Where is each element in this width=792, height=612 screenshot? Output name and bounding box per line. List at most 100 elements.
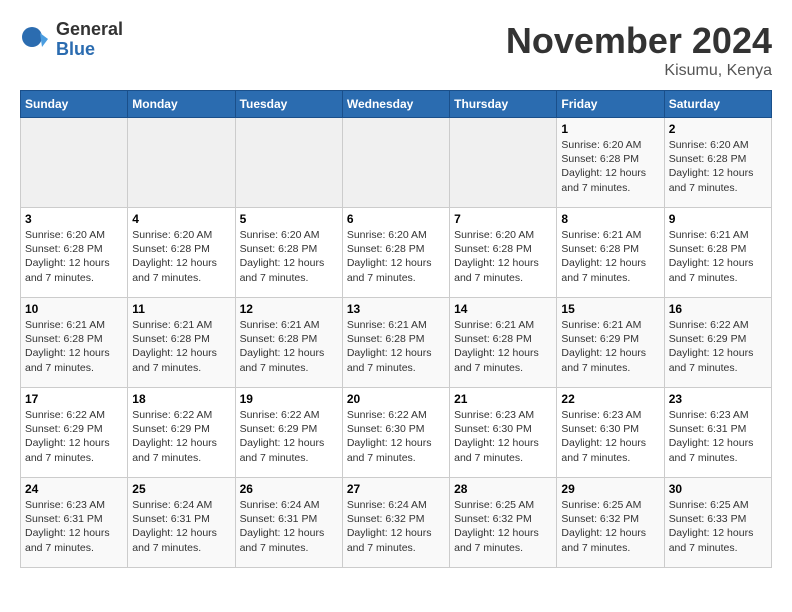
day-number: 11 — [132, 302, 230, 316]
day-info: Sunrise: 6:21 AM Sunset: 6:28 PM Dayligh… — [561, 228, 659, 285]
day-info: Sunrise: 6:22 AM Sunset: 6:29 PM Dayligh… — [25, 408, 123, 465]
calendar-cell — [342, 118, 449, 208]
day-number: 24 — [25, 482, 123, 496]
day-header-monday: Monday — [128, 91, 235, 118]
day-info: Sunrise: 6:22 AM Sunset: 6:29 PM Dayligh… — [132, 408, 230, 465]
calendar-cell: 18 Sunrise: 6:22 AM Sunset: 6:29 PM Dayli… — [128, 388, 235, 478]
calendar-cell: 29 Sunrise: 6:25 AM Sunset: 6:32 PM Dayli… — [557, 478, 664, 568]
day-info: Sunrise: 6:21 AM Sunset: 6:28 PM Dayligh… — [240, 318, 338, 375]
day-number: 10 — [25, 302, 123, 316]
day-info: Sunrise: 6:24 AM Sunset: 6:32 PM Dayligh… — [347, 498, 445, 555]
calendar-cell: 17 Sunrise: 6:22 AM Sunset: 6:29 PM Dayli… — [21, 388, 128, 478]
calendar-cell: 21 Sunrise: 6:23 AM Sunset: 6:30 PM Dayli… — [450, 388, 557, 478]
calendar-week-row: 17 Sunrise: 6:22 AM Sunset: 6:29 PM Dayli… — [21, 388, 772, 478]
page-header: General Blue November 2024 Kisumu, Kenya — [20, 20, 772, 80]
day-info: Sunrise: 6:24 AM Sunset: 6:31 PM Dayligh… — [240, 498, 338, 555]
day-header-sunday: Sunday — [21, 91, 128, 118]
calendar-header-row: SundayMondayTuesdayWednesdayThursdayFrid… — [21, 91, 772, 118]
day-number: 13 — [347, 302, 445, 316]
calendar-cell: 26 Sunrise: 6:24 AM Sunset: 6:31 PM Dayli… — [235, 478, 342, 568]
calendar-cell — [128, 118, 235, 208]
day-info: Sunrise: 6:24 AM Sunset: 6:31 PM Dayligh… — [132, 498, 230, 555]
day-header-thursday: Thursday — [450, 91, 557, 118]
day-number: 29 — [561, 482, 659, 496]
calendar-cell: 14Sunrise: 6:21 AM Sunset: 6:28 PM Dayli… — [450, 298, 557, 388]
day-number: 20 — [347, 392, 445, 406]
day-info: Sunrise: 6:23 AM Sunset: 6:31 PM Dayligh… — [669, 408, 767, 465]
day-info: Sunrise: 6:20 AM Sunset: 6:28 PM Dayligh… — [347, 228, 445, 285]
calendar-cell: 8 Sunrise: 6:21 AM Sunset: 6:28 PM Daylig… — [557, 208, 664, 298]
day-number: 17 — [25, 392, 123, 406]
day-number: 6 — [347, 212, 445, 226]
day-info: Sunrise: 6:21 AM Sunset: 6:29 PM Dayligh… — [561, 318, 659, 375]
day-info: Sunrise: 6:20 AM Sunset: 6:28 PM Dayligh… — [561, 138, 659, 195]
day-number: 2 — [669, 122, 767, 136]
calendar-week-row: 3 Sunrise: 6:20 AM Sunset: 6:28 PM Daylig… — [21, 208, 772, 298]
day-number: 27 — [347, 482, 445, 496]
calendar-cell: 27 Sunrise: 6:24 AM Sunset: 6:32 PM Dayli… — [342, 478, 449, 568]
day-number: 30 — [669, 482, 767, 496]
calendar-week-row: 1 Sunrise: 6:20 AM Sunset: 6:28 PM Daylig… — [21, 118, 772, 208]
logo-blue: Blue — [56, 40, 123, 60]
day-info: Sunrise: 6:22 AM Sunset: 6:29 PM Dayligh… — [240, 408, 338, 465]
day-number: 26 — [240, 482, 338, 496]
calendar-cell: 16Sunrise: 6:22 AM Sunset: 6:29 PM Dayli… — [664, 298, 771, 388]
day-number: 9 — [669, 212, 767, 226]
day-number: 28 — [454, 482, 552, 496]
day-number: 3 — [25, 212, 123, 226]
calendar-cell: 5Sunrise: 6:20 AM Sunset: 6:28 PM Daylig… — [235, 208, 342, 298]
day-info: Sunrise: 6:21 AM Sunset: 6:28 PM Dayligh… — [132, 318, 230, 375]
calendar-cell: 22 Sunrise: 6:23 AM Sunset: 6:30 PM Dayli… — [557, 388, 664, 478]
day-info: Sunrise: 6:23 AM Sunset: 6:30 PM Dayligh… — [561, 408, 659, 465]
calendar-cell: 25 Sunrise: 6:24 AM Sunset: 6:31 PM Dayli… — [128, 478, 235, 568]
day-info: Sunrise: 6:25 AM Sunset: 6:32 PM Dayligh… — [561, 498, 659, 555]
calendar-cell: 30 Sunrise: 6:25 AM Sunset: 6:33 PM Dayli… — [664, 478, 771, 568]
day-info: Sunrise: 6:21 AM Sunset: 6:28 PM Dayligh… — [347, 318, 445, 375]
day-number: 7 — [454, 212, 552, 226]
day-number: 14 — [454, 302, 552, 316]
day-info: Sunrise: 6:21 AM Sunset: 6:28 PM Dayligh… — [669, 228, 767, 285]
logo-text: General Blue — [56, 20, 123, 60]
day-number: 12 — [240, 302, 338, 316]
calendar-cell: 20 Sunrise: 6:22 AM Sunset: 6:30 PM Dayli… — [342, 388, 449, 478]
calendar-week-row: 24 Sunrise: 6:23 AM Sunset: 6:31 PM Dayli… — [21, 478, 772, 568]
calendar-cell: 12 Sunrise: 6:21 AM Sunset: 6:28 PM Dayli… — [235, 298, 342, 388]
day-number: 1 — [561, 122, 659, 136]
day-info: Sunrise: 6:22 AM Sunset: 6:30 PM Dayligh… — [347, 408, 445, 465]
day-header-friday: Friday — [557, 91, 664, 118]
month-title: November 2024 — [506, 20, 772, 62]
calendar-cell: 4 Sunrise: 6:20 AM Sunset: 6:28 PM Daylig… — [128, 208, 235, 298]
day-number: 25 — [132, 482, 230, 496]
day-number: 22 — [561, 392, 659, 406]
logo: General Blue — [20, 20, 123, 60]
calendar-cell — [450, 118, 557, 208]
day-info: Sunrise: 6:20 AM Sunset: 6:28 PM Dayligh… — [25, 228, 123, 285]
calendar-cell: 1 Sunrise: 6:20 AM Sunset: 6:28 PM Daylig… — [557, 118, 664, 208]
day-info: Sunrise: 6:20 AM Sunset: 6:28 PM Dayligh… — [132, 228, 230, 285]
calendar-cell: 23 Sunrise: 6:23 AM Sunset: 6:31 PM Dayli… — [664, 388, 771, 478]
day-info: Sunrise: 6:21 AM Sunset: 6:28 PM Dayligh… — [25, 318, 123, 375]
calendar-cell — [235, 118, 342, 208]
calendar-cell: 7 Sunrise: 6:20 AM Sunset: 6:28 PM Daylig… — [450, 208, 557, 298]
day-header-saturday: Saturday — [664, 91, 771, 118]
day-number: 18 — [132, 392, 230, 406]
day-header-tuesday: Tuesday — [235, 91, 342, 118]
day-number: 23 — [669, 392, 767, 406]
location: Kisumu, Kenya — [506, 62, 772, 80]
title-block: November 2024 Kisumu, Kenya — [506, 20, 772, 80]
calendar-cell — [21, 118, 128, 208]
calendar-cell: 3 Sunrise: 6:20 AM Sunset: 6:28 PM Daylig… — [21, 208, 128, 298]
calendar-cell: 2 Sunrise: 6:20 AM Sunset: 6:28 PM Daylig… — [664, 118, 771, 208]
day-info: Sunrise: 6:23 AM Sunset: 6:30 PM Dayligh… — [454, 408, 552, 465]
day-info: Sunrise: 6:20 AM Sunset: 6:28 PM Dayligh… — [454, 228, 552, 285]
day-number: 19 — [240, 392, 338, 406]
day-number: 4 — [132, 212, 230, 226]
day-number: 8 — [561, 212, 659, 226]
calendar-cell: 28 Sunrise: 6:25 AM Sunset: 6:32 PM Dayli… — [450, 478, 557, 568]
day-number: 21 — [454, 392, 552, 406]
day-number: 16 — [669, 302, 767, 316]
day-info: Sunrise: 6:25 AM Sunset: 6:33 PM Dayligh… — [669, 498, 767, 555]
day-info: Sunrise: 6:25 AM Sunset: 6:32 PM Dayligh… — [454, 498, 552, 555]
day-info: Sunrise: 6:20 AM Sunset: 6:28 PM Dayligh… — [669, 138, 767, 195]
day-info: Sunrise: 6:23 AM Sunset: 6:31 PM Dayligh… — [25, 498, 123, 555]
